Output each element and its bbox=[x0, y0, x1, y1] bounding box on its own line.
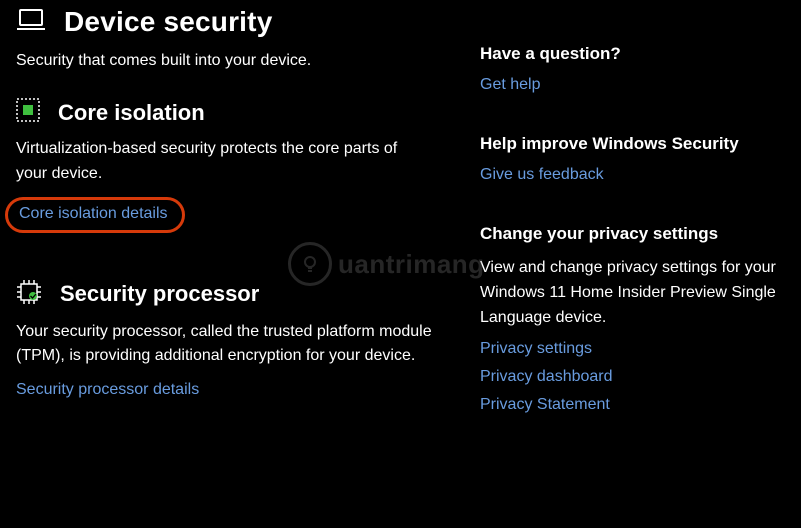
give-feedback-link[interactable]: Give us feedback bbox=[480, 166, 604, 184]
core-isolation-section: Core isolation Virtualization-based secu… bbox=[16, 98, 432, 233]
page-header: Device security bbox=[16, 6, 785, 38]
security-processor-section: Security processor Your security process… bbox=[16, 279, 432, 400]
improve-heading: Help improve Windows Security bbox=[480, 134, 785, 154]
privacy-desc: View and change privacy settings for you… bbox=[480, 256, 785, 330]
security-processor-desc: Your security processor, called the trus… bbox=[16, 320, 432, 370]
main-column: Core isolation Virtualization-based secu… bbox=[16, 98, 456, 454]
core-isolation-icon bbox=[16, 98, 40, 127]
core-isolation-highlight: Core isolation details bbox=[5, 197, 185, 233]
security-processor-icon bbox=[16, 279, 42, 310]
privacy-dashboard-link[interactable]: Privacy dashboard bbox=[480, 368, 785, 386]
core-isolation-desc: Virtualization-based security protects t… bbox=[16, 137, 432, 187]
privacy-block: Change your privacy settings View and ch… bbox=[480, 224, 785, 414]
privacy-heading: Change your privacy settings bbox=[480, 224, 785, 244]
have-question-heading: Have a question? bbox=[480, 44, 785, 64]
improve-block: Help improve Windows Security Give us fe… bbox=[480, 134, 785, 184]
privacy-settings-link[interactable]: Privacy settings bbox=[480, 340, 785, 358]
aside-column: Have a question? Get help Help improve W… bbox=[456, 44, 785, 454]
security-processor-details-link[interactable]: Security processor details bbox=[16, 381, 199, 399]
privacy-statement-link[interactable]: Privacy Statement bbox=[480, 396, 785, 414]
core-isolation-details-link[interactable]: Core isolation details bbox=[19, 205, 168, 223]
security-processor-title: Security processor bbox=[60, 281, 259, 307]
get-help-link[interactable]: Get help bbox=[480, 76, 540, 94]
have-question-block: Have a question? Get help bbox=[480, 44, 785, 94]
page-title: Device security bbox=[64, 6, 272, 38]
device-icon bbox=[16, 9, 46, 36]
core-isolation-title: Core isolation bbox=[58, 100, 205, 126]
